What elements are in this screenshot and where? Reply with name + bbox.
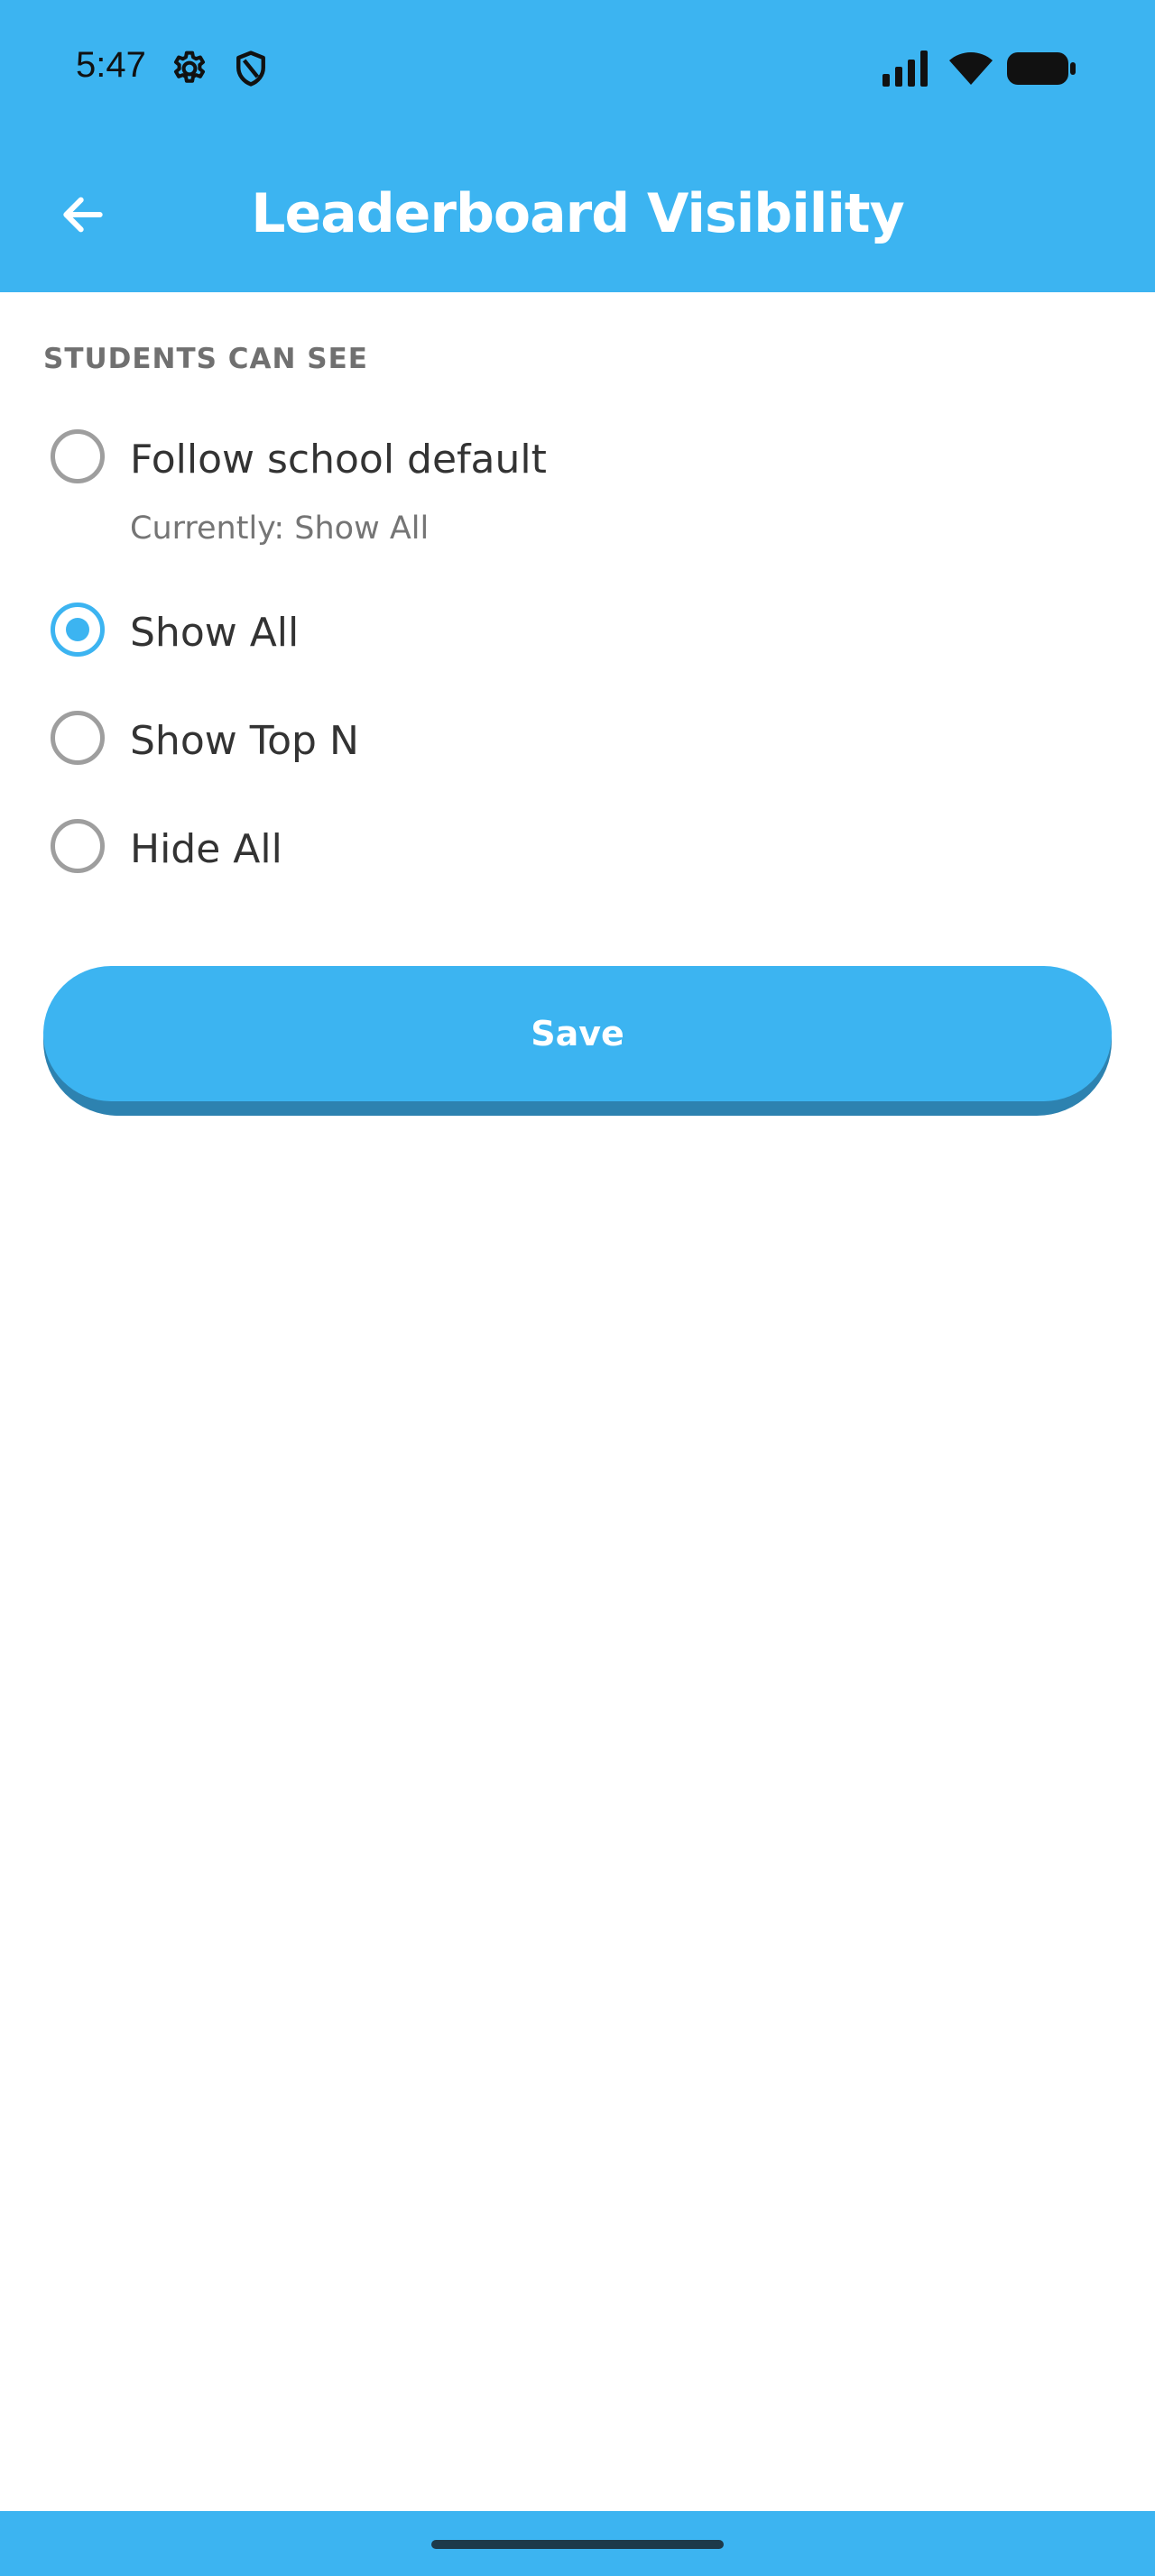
status-time: 5:47 xyxy=(76,45,146,85)
option-hide-all[interactable]: Hide All xyxy=(43,801,1112,891)
save-button-face[interactable]: Save xyxy=(43,966,1112,1101)
wifi-icon xyxy=(947,49,994,88)
radio-button[interactable] xyxy=(51,711,105,765)
radio-button[interactable] xyxy=(51,819,105,873)
page-title: Leaderboard Visibility xyxy=(251,182,904,245)
option-label: Show Top N xyxy=(130,718,359,764)
home-indicator[interactable] xyxy=(431,2540,724,2549)
system-nav-bar xyxy=(0,2511,1155,2576)
section-header: STUDENTS CAN SEE xyxy=(43,343,368,375)
shield-icon xyxy=(231,49,271,88)
radio-button-selected[interactable] xyxy=(51,603,105,657)
signal-icon xyxy=(881,49,933,88)
option-show-top-n[interactable]: Show Top N xyxy=(43,693,1112,783)
option-label: Follow school default xyxy=(130,437,547,483)
status-bar: 5:47 xyxy=(0,0,1155,141)
save-button[interactable]: Save xyxy=(43,966,1112,1116)
radio-button[interactable] xyxy=(51,429,105,483)
option-show-all[interactable]: Show All xyxy=(43,584,1112,675)
option-sublabel: Currently: Show All xyxy=(130,511,430,547)
save-button-label: Save xyxy=(531,1014,624,1053)
app-bar: Leaderboard Visibility xyxy=(0,141,1155,292)
option-label: Show All xyxy=(130,610,300,656)
gear-icon xyxy=(170,49,209,88)
option-follow-school-default[interactable]: Follow school default xyxy=(43,411,1112,501)
option-label: Hide All xyxy=(130,826,282,872)
battery-icon xyxy=(1005,49,1079,88)
